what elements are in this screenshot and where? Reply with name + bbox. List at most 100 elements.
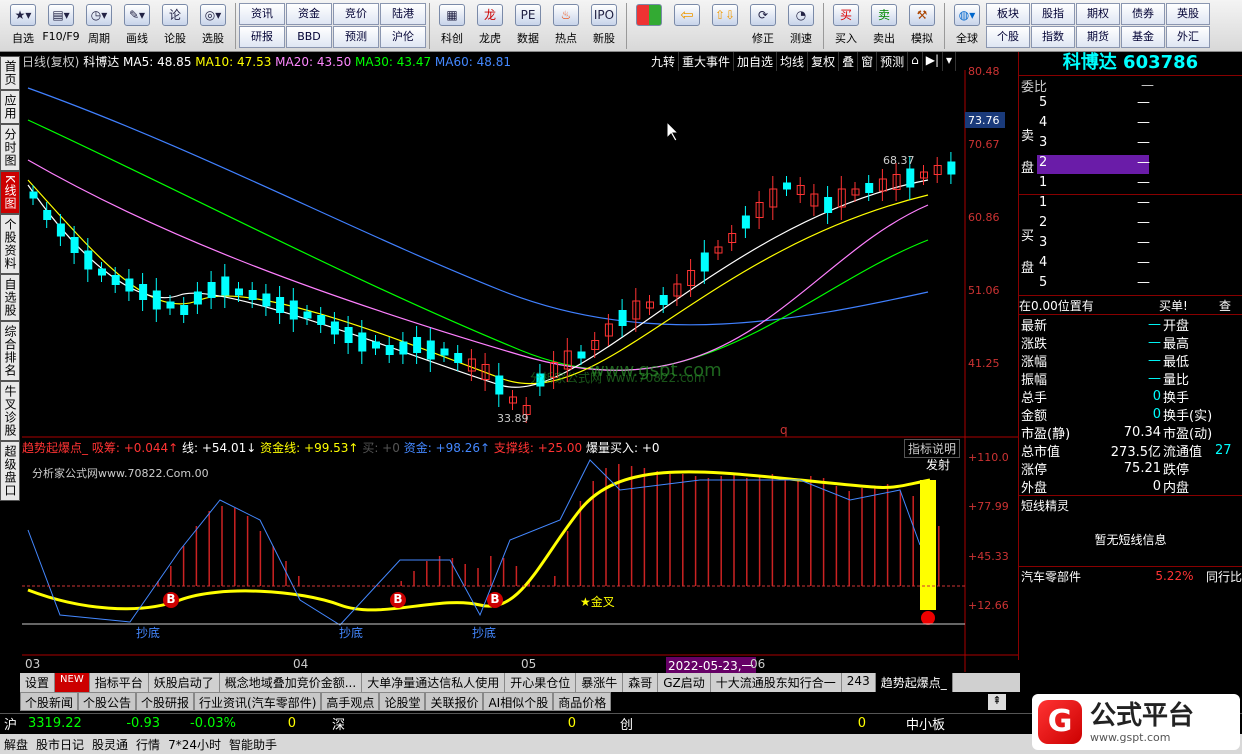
book-level[interactable]: 4— (1037, 255, 1150, 274)
tab-news[interactable]: 个股新闻 (20, 692, 79, 711)
grid-btn-shlon[interactable]: 沪伦 (380, 26, 426, 48)
kline-btn-addwatch[interactable]: 加自选 (734, 52, 778, 71)
grid-btn-forecast[interactable]: 预测 (333, 26, 379, 48)
grid-btn-uk[interactable]: 英股 (1166, 3, 1210, 25)
tab-ai-similar[interactable]: AI相似个股 (483, 692, 554, 711)
toolbar-period-button[interactable]: ◷▾ 周期 (80, 0, 118, 50)
sidebar-tab-timeshare[interactable]: 分时图 (0, 124, 20, 171)
toolbar-buy-button[interactable]: 买买入 (827, 0, 865, 50)
grid-btn-auction[interactable]: 竞价 (333, 3, 379, 25)
sidebar-tab-stock-info[interactable]: 个股资料 (0, 213, 20, 274)
menu-quotes[interactable]: 行情 (136, 736, 160, 753)
tab-industry[interactable]: 行业资讯(汽车零部件) (194, 692, 322, 711)
tab-settings[interactable]: 设置 (20, 673, 56, 692)
grid-btn-futures[interactable]: 期货 (1076, 26, 1120, 48)
toolbar-simulate-button[interactable]: ⚒ 模拟 (903, 0, 941, 50)
tab-shareholders[interactable]: 十大流通股东知行合一 (711, 673, 842, 692)
grid-btn-funds[interactable]: 资金 (286, 3, 332, 25)
grid-btn-research[interactable]: 研报 (239, 26, 285, 48)
grid-btn-options[interactable]: 期权 (1076, 3, 1120, 25)
book-level[interactable]: 2— (1037, 215, 1150, 234)
peer-compare[interactable]: 同行比 (1206, 568, 1242, 585)
kline-btn-nine[interactable]: 九转 (648, 52, 680, 71)
grid-btn-bonds[interactable]: 债券 (1121, 3, 1165, 25)
book-level[interactable]: 3— (1037, 235, 1150, 254)
menu-247[interactable]: 7*24小时 (168, 736, 221, 753)
book-level[interactable]: 5— (1037, 95, 1150, 114)
grid-btn-hk[interactable]: 陆港 (380, 3, 426, 25)
sidebar-tab-super-book[interactable]: 超级盘口 (0, 440, 20, 501)
book-level[interactable]: 5— (1037, 275, 1150, 294)
tab-trend-active[interactable]: 趋势起爆点_ (875, 673, 953, 692)
book-level[interactable]: 1— (1037, 195, 1150, 214)
toolbar-global-button[interactable]: ◍▾ 全球 (948, 0, 986, 50)
grid-btn-stock[interactable]: 个股 (986, 26, 1030, 48)
toolbar-multi-button[interactable] (630, 0, 668, 50)
tab-gz[interactable]: GZ启动 (658, 673, 711, 692)
grid-btn-sector[interactable]: 板块 (986, 3, 1030, 25)
book-level[interactable]: 3— (1037, 135, 1150, 154)
toolbar-data-button[interactable]: PE 数据 (509, 0, 547, 50)
tab-yaogu[interactable]: 妖股启动了 (149, 673, 220, 692)
menu-diary[interactable]: 股市日记 (36, 736, 84, 753)
tab-bigorder[interactable]: 大单净量通达信私人使用 (362, 673, 506, 692)
menu-assistant[interactable]: 智能助手 (229, 736, 277, 753)
sidebar-tab-watchlist[interactable]: 自选股 (0, 273, 20, 321)
tab-forum[interactable]: 论股堂 (379, 692, 426, 711)
menu-gulingtong[interactable]: 股灵通 (92, 736, 128, 753)
toolbar-select-button[interactable]: ◎▾ 选股 (194, 0, 232, 50)
book-level[interactable]: 2— (1037, 155, 1150, 174)
sidebar-tab-ranking[interactable]: 综合排名 (0, 320, 20, 381)
toolbar-updown-button[interactable]: ⇧⇩ (706, 0, 744, 50)
grid-btn-bbd[interactable]: BBD (286, 26, 332, 48)
kline-btn-adjust[interactable]: 复权 (808, 52, 840, 71)
book-level[interactable]: 1— (1037, 175, 1150, 194)
kline-btn-forecast[interactable]: 预测 (877, 52, 909, 71)
tab-commodity[interactable]: 商品价格 (553, 692, 612, 711)
kline-btn-menu-icon[interactable]: ▾ (943, 52, 957, 71)
kline-btn-events[interactable]: 重大事件 (679, 52, 735, 71)
grid-btn-index[interactable]: 指数 (1031, 26, 1075, 48)
tab-experts[interactable]: 高手观点 (321, 692, 380, 711)
kline-btn-window[interactable]: 窗 (858, 52, 878, 71)
sidebar-tab-kline[interactable]: K线图 (0, 171, 20, 214)
tab-concept[interactable]: 概念地域叠加竞价金额... (220, 673, 363, 692)
toolbar-speed-button[interactable]: ◔ 测速 (782, 0, 820, 50)
book-level[interactable]: 4— (1037, 115, 1150, 134)
toolbar-back-button[interactable]: ⇦ (668, 0, 706, 50)
toolbar-fix-button[interactable]: ⟳ 修正 (744, 0, 782, 50)
check-label[interactable]: 查 (1219, 297, 1231, 314)
sidebar-tab-home[interactable]: 首页 (0, 56, 20, 90)
toolbar-ipo-button[interactable]: IPO 新股 (585, 0, 623, 50)
grid-btn-news[interactable]: 资讯 (239, 3, 285, 25)
kline-btn-home-icon[interactable]: ⌂ (908, 52, 923, 71)
sidebar-tab-apps[interactable]: 应用 (0, 90, 20, 124)
grid-btn-forex[interactable]: 外汇 (1166, 26, 1210, 48)
tab-senge[interactable]: 森哥 (623, 673, 659, 692)
toolbar-longhu-button[interactable]: 龙龙虎 (471, 0, 509, 50)
tab-243[interactable]: 243 (842, 673, 876, 692)
toolbar-draw-button[interactable]: ✎▾ 画线 (118, 0, 156, 50)
toolbar-kechuang-button[interactable]: ▦ 科创 (433, 0, 471, 50)
tab-announce[interactable]: 个股公告 (78, 692, 137, 711)
kline-btn-overlay[interactable]: 叠 (839, 52, 859, 71)
tabs-scroll-icon[interactable]: ⇞ (988, 694, 1006, 710)
toolbar-favorites-button[interactable]: ★▾ 自选 (4, 0, 42, 50)
toolbar-discuss-button[interactable]: 论论股 (156, 0, 194, 50)
menu-jiepan[interactable]: 解盘 (4, 736, 28, 753)
toolbar-f10-button[interactable]: ▤▾ F10/F9 (42, 0, 80, 50)
tab-research[interactable]: 个股研报 (136, 692, 195, 711)
sidebar-tab-diagnosis[interactable]: 牛叉诊股 (0, 380, 20, 441)
tab-pistachio[interactable]: 开心果仓位 (505, 673, 577, 692)
grid-btn-index-futures[interactable]: 股指 (1031, 3, 1075, 25)
tab-indicator-platform[interactable]: 指标平台 (90, 673, 149, 692)
kline-btn-ma[interactable]: 均线 (777, 52, 809, 71)
grid-btn-fund[interactable]: 基金 (1121, 26, 1165, 48)
toolbar-sell-button[interactable]: 卖卖出 (865, 0, 903, 50)
tab-bull[interactable]: 暴涨牛 (576, 673, 624, 692)
toolbar-hot-button[interactable]: ♨ 热点 (547, 0, 585, 50)
sector-row[interactable]: 汽车零部件 5.22% 同行比 (1019, 566, 1242, 585)
kline-btn-next-icon[interactable]: ▶| (923, 52, 944, 71)
tab-related[interactable]: 关联报价 (425, 692, 484, 711)
indicator-name[interactable]: 趋势起爆点_ (22, 441, 88, 455)
